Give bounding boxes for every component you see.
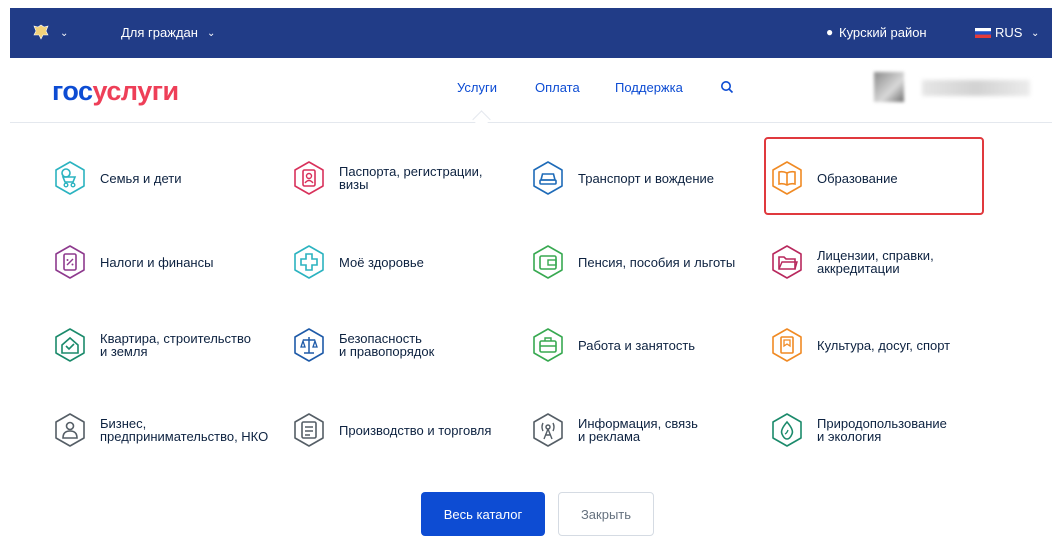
service-category-label: Безопасность и правопорядок [339,331,435,359]
russian-flag-icon [975,28,991,38]
tax-document-icon [55,245,85,279]
folder-icon [772,245,802,279]
service-category[interactable]: Работа и занятость [530,325,695,365]
service-category-label: Налоги и финансы [100,254,214,270]
service-category-label: Паспорта, регистрации, визы [339,164,483,192]
service-category[interactable]: Культура, досуг, спорт [769,325,950,365]
nav-payment[interactable]: Оплата [535,80,580,95]
service-category-label: Работа и занятость [578,337,696,353]
service-category[interactable]: Пенсия, пособия и льготы [530,242,735,282]
service-category-label: Природопользование и экология [817,416,947,444]
business-person-icon [55,413,85,447]
service-category-label: Квартира, строительство и земля [100,331,251,359]
service-category[interactable]: Безопасность и правопорядок [291,325,434,365]
service-category[interactable]: Производство и торговля [291,410,491,450]
medical-cross-icon [294,245,324,279]
service-category[interactable]: Налоги и финансы [52,242,213,282]
service-category-label: Производство и торговля [339,422,492,438]
production-icon [294,413,324,447]
coat-of-arms-icon[interactable] [32,23,50,41]
active-nav-pointer [472,110,491,129]
service-category-label: Культура, досуг, спорт [817,337,951,353]
scales-icon [294,328,324,362]
service-category[interactable]: Семья и дети [52,158,181,198]
briefcase-icon [533,328,563,362]
site-header: госуслуги Услуги Оплата Поддержка [10,58,1052,129]
car-icon [533,161,563,195]
service-category-label: Транспорт и вождение [578,170,715,186]
service-category[interactable]: Моё здоровье [291,242,424,282]
close-button[interactable]: Закрыть [558,492,654,536]
service-category-label: Бизнес, предпринимательство, НКО [100,416,269,444]
education-highlight-box [764,137,984,215]
chevron-down-icon[interactable]: ⌄ [1031,28,1039,39]
service-category-label: Информация, связь и реклама [578,416,698,444]
user-name-blurred[interactable] [922,80,1030,96]
search-icon[interactable] [720,80,734,94]
service-category-label: Моё здоровье [339,254,424,270]
service-category[interactable]: Информация, связь и реклама [530,410,698,450]
service-category[interactable]: Лицензии, справки, аккредитации [769,242,934,282]
house-icon [55,328,85,362]
avatar[interactable] [874,72,904,102]
antenna-icon [533,413,563,447]
service-category[interactable]: Паспорта, регистрации, визы [291,158,483,198]
service-category-label: Пенсия, пособия и льготы [578,254,736,270]
region-selector[interactable]: Курский район [839,25,927,40]
audience-selector[interactable]: Для граждан [121,25,198,40]
language-selector[interactable]: RUS [995,25,1022,40]
nav-services[interactable]: Услуги [457,80,497,95]
chevron-down-icon[interactable]: ⌄ [60,28,68,39]
service-category[interactable]: Транспорт и вождение [530,158,714,198]
wallet-icon [533,245,563,279]
location-pin-icon: ● [826,25,834,39]
service-category[interactable]: Бизнес, предпринимательство, НКО [52,410,268,450]
gosuslugi-logo[interactable]: госуслуги [52,76,179,107]
service-category[interactable]: Природопользование и экология [769,410,947,450]
leaf-drop-icon [772,413,802,447]
chevron-down-icon[interactable]: ⌄ [207,28,215,39]
nav-support[interactable]: Поддержка [615,80,683,95]
service-category[interactable]: Квартира, строительство и земля [52,325,251,365]
stroller-icon [55,161,85,195]
bookmark-icon [772,328,802,362]
top-bar: ⌄ Для граждан ⌄ ● Курский район RUS ⌄ [10,8,1052,58]
full-catalog-button[interactable]: Весь каталог [421,492,545,536]
passport-icon [294,161,324,195]
service-category-label: Семья и дети [100,170,182,186]
service-category-label: Лицензии, справки, аккредитации [817,248,934,276]
